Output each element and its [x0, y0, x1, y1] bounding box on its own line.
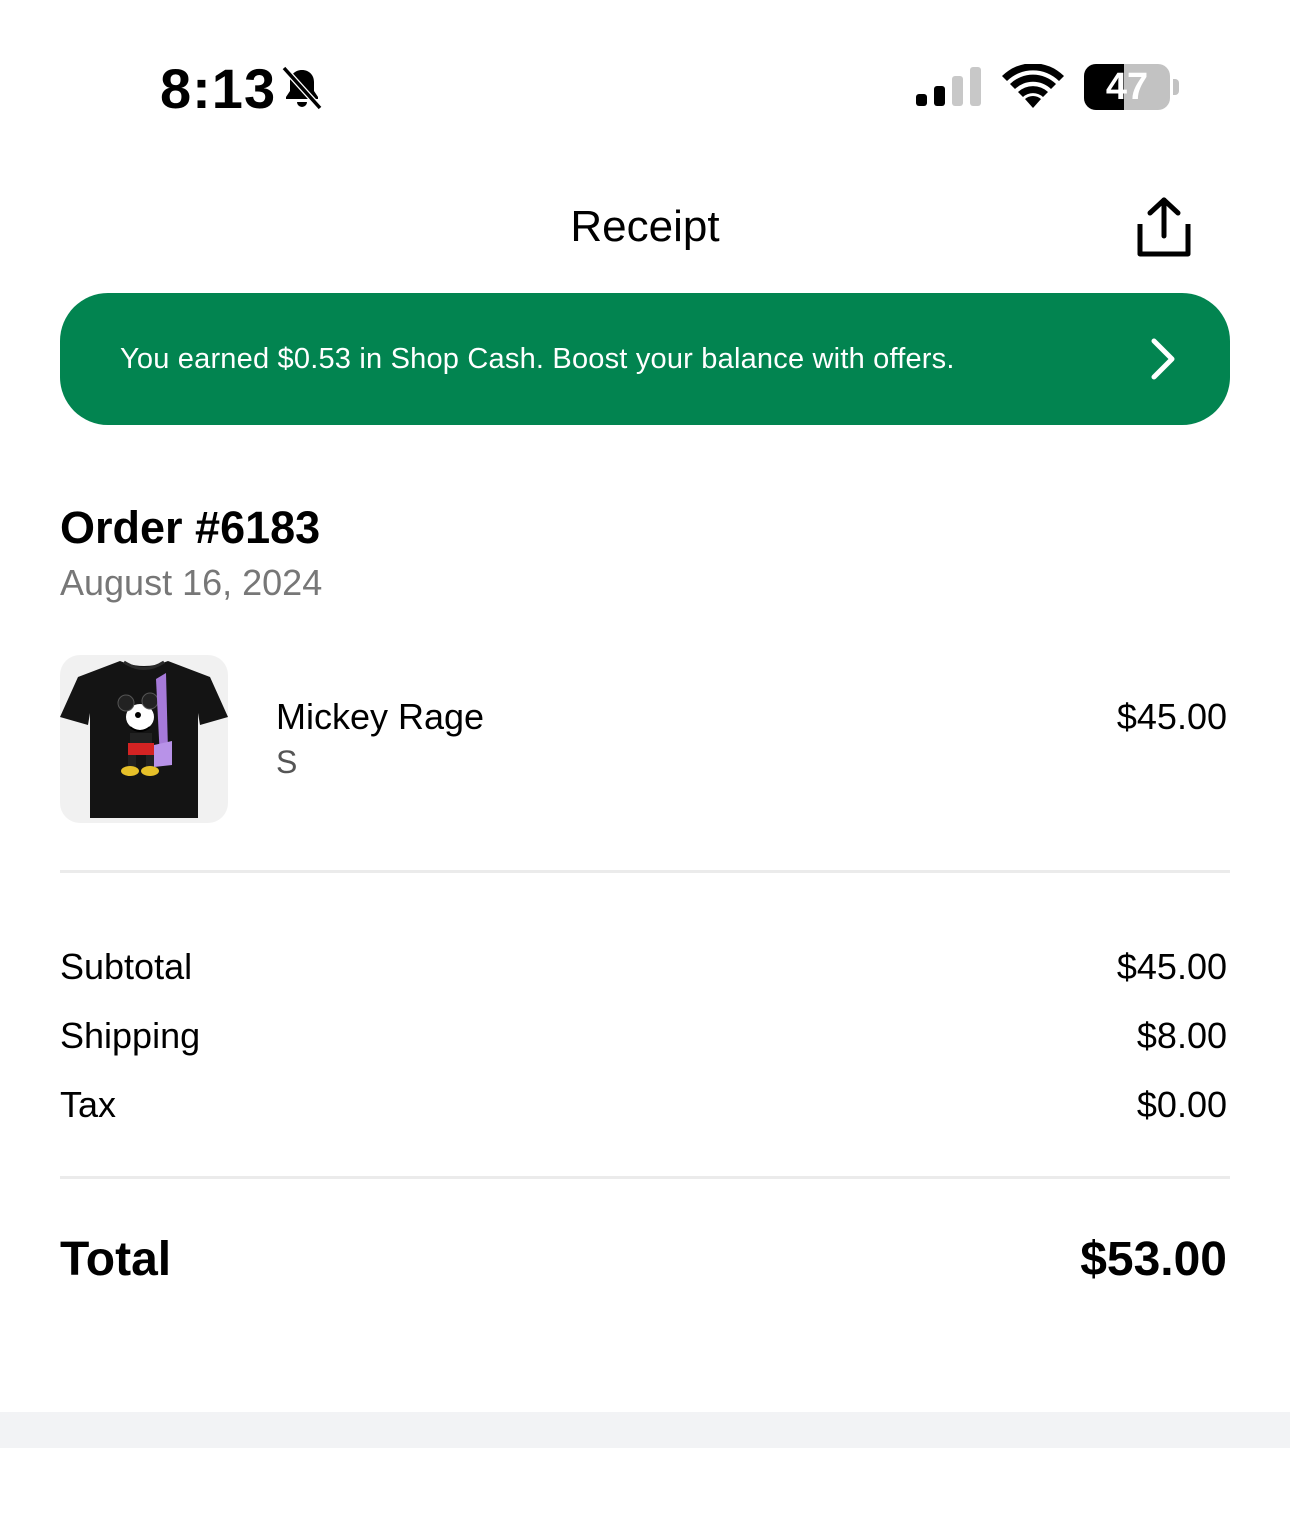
shop-cash-banner-text: You earned $0.53 in Shop Cash. Boost you…	[120, 343, 955, 375]
black-tshirt-image	[60, 660, 228, 818]
subtotal-value: $45.00	[1116, 946, 1227, 987]
tax-label: Tax	[60, 1084, 117, 1125]
tax-value: $0.00	[1136, 1084, 1227, 1125]
status-time: 8:13	[160, 57, 277, 120]
total-label: Total	[60, 1233, 172, 1286]
chevron-right-icon	[1151, 338, 1175, 380]
battery-level: 47	[1105, 66, 1149, 108]
subtotal-label: Subtotal	[60, 946, 193, 987]
shipping-label: Shipping	[60, 1015, 201, 1056]
status-bar: 8:13 47	[0, 0, 1290, 150]
receipt-screen: 8:13 47 Receipt You earned $0.53 in Shop…	[0, 0, 1290, 1514]
total-value: $53.00	[1080, 1233, 1227, 1286]
product-variant: S	[276, 744, 298, 780]
product-thumbnail[interactable]	[60, 655, 228, 823]
page-title: Receipt	[570, 202, 720, 251]
order-date: August 16, 2024	[60, 562, 323, 603]
divider	[60, 1176, 1230, 1179]
wifi-icon	[1002, 64, 1064, 108]
shipping-value: $8.00	[1136, 1015, 1227, 1056]
order-number: Order #6183	[60, 502, 321, 553]
shop-cash-banner[interactable]: You earned $0.53 in Shop Cash. Boost you…	[60, 293, 1230, 425]
section-separator	[0, 1412, 1290, 1448]
product-price: $45.00	[1116, 696, 1227, 737]
battery-icon: 47	[1084, 64, 1180, 110]
cellular-signal-icon	[916, 67, 981, 106]
divider	[60, 870, 1230, 873]
share-icon[interactable]	[1128, 196, 1200, 260]
product-name: Mickey Rage	[276, 696, 485, 737]
bell-slash-icon	[281, 65, 323, 111]
